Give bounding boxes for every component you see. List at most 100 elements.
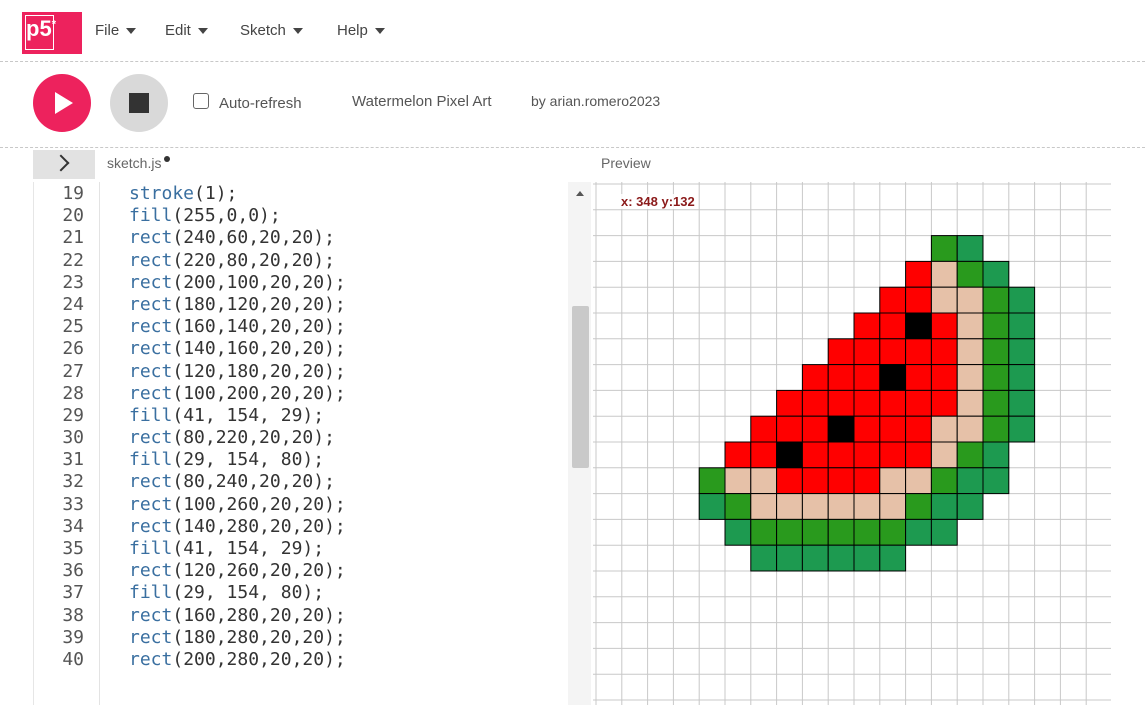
code-text[interactable]: fill(29, 154, 80);: [129, 582, 324, 604]
pixel-cell: [956, 364, 984, 391]
code-text[interactable]: rect(120,260,20,20);: [129, 560, 346, 582]
pixel-cell: [1008, 286, 1036, 314]
code-line[interactable]: 24 rect(180,120,20,20);: [34, 294, 574, 316]
pixel-cell: [956, 389, 984, 417]
code-line[interactable]: 20 fill(255,0,0);: [34, 205, 574, 227]
editor-scrollbar[interactable]: [568, 182, 591, 705]
auto-refresh-checkbox[interactable]: [193, 93, 209, 109]
pixel-cell: [930, 441, 958, 469]
code-text[interactable]: rect(200,100,20,20);: [129, 272, 346, 294]
code-line[interactable]: 29 fill(41, 154, 29);: [34, 405, 574, 427]
pixel-cell: [956, 467, 984, 495]
pixel-cell: [827, 493, 855, 520]
code-line[interactable]: 37 fill(29, 154, 80);: [34, 582, 574, 604]
menu-sketch[interactable]: Sketch: [240, 22, 303, 39]
pixel-cell: [827, 441, 855, 469]
code-args: (200,280,20,20);: [172, 648, 346, 670]
code-text[interactable]: rect(200,280,20,20);: [129, 649, 346, 671]
auto-refresh-label[interactable]: Auto-refresh: [219, 95, 302, 112]
code-line[interactable]: 21 rect(240,60,20,20);: [34, 227, 574, 249]
code-text[interactable]: rect(100,260,20,20);: [129, 494, 346, 516]
code-text[interactable]: rect(100,200,20,20);: [129, 383, 346, 405]
pixel-cell: [982, 260, 1010, 288]
pixel-cell: [750, 493, 778, 520]
code-text[interactable]: rect(180,120,20,20);: [129, 294, 346, 316]
line-number: 21: [62, 227, 84, 249]
code-line[interactable]: 26 rect(140,160,20,20);: [34, 338, 574, 360]
code-args: (180,120,20,20);: [172, 293, 346, 315]
stop-button[interactable]: [110, 74, 168, 132]
code-line[interactable]: 23 rect(200,100,20,20);: [34, 272, 574, 294]
code-text[interactable]: rect(140,280,20,20);: [129, 516, 346, 538]
code-line[interactable]: 32 rect(80,240,20,20);: [34, 471, 574, 493]
line-number: 27: [62, 360, 84, 382]
menu-edit[interactable]: Edit: [165, 22, 208, 39]
menu-help[interactable]: Help: [337, 22, 385, 39]
pixel-cell: [853, 518, 881, 546]
code-line[interactable]: 34 rect(140,280,20,20);: [34, 516, 574, 538]
code-line[interactable]: 25 rect(160,140,20,20);: [34, 316, 574, 338]
code-line[interactable]: 19 stroke(1);: [34, 183, 574, 205]
preview-canvas[interactable]: [593, 182, 1145, 705]
sketch-author[interactable]: by arian.romero2023: [531, 93, 660, 109]
code-function: rect: [129, 493, 173, 515]
code-text[interactable]: rect(240,60,20,20);: [129, 227, 335, 249]
file-tab[interactable]: sketch.js: [107, 155, 171, 171]
code-function: fill: [129, 449, 173, 471]
code-line[interactable]: 28 rect(100,200,20,20);: [34, 383, 574, 405]
play-button[interactable]: [33, 74, 91, 132]
pixel-cell: [982, 441, 1010, 469]
scroll-up-arrow-icon[interactable]: [576, 191, 584, 196]
scroll-thumb[interactable]: [572, 306, 589, 468]
code-line[interactable]: 33 rect(100,260,20,20);: [34, 494, 574, 516]
code-text[interactable]: rect(180,280,20,20);: [129, 627, 346, 649]
code-args: (80,240,20,20);: [172, 471, 335, 493]
line-number: 19: [62, 183, 84, 204]
code-line[interactable]: 22 rect(220,80,20,20);: [34, 250, 574, 272]
toggle-sidebar-button[interactable]: [33, 150, 95, 179]
code-text[interactable]: rect(80,220,20,20);: [129, 427, 335, 449]
code-line[interactable]: 35 fill(41, 154, 29);: [34, 538, 574, 560]
code-text[interactable]: fill(29, 154, 80);: [129, 449, 324, 471]
code-line[interactable]: 40 rect(200,280,20,20);: [34, 649, 574, 671]
menu-file[interactable]: File: [95, 22, 137, 39]
code-line[interactable]: 36 rect(120,260,20,20);: [34, 560, 574, 582]
code-line[interactable]: 27 rect(120,180,20,20);: [34, 361, 574, 383]
code-text[interactable]: fill(41, 154, 29);: [129, 405, 324, 427]
code-function: rect: [129, 316, 173, 338]
code-args: (240,60,20,20);: [172, 227, 335, 249]
chevron-right-icon: [52, 154, 70, 172]
pixel-cell: [956, 235, 984, 262]
pixel-cell: [982, 286, 1010, 314]
code-text[interactable]: fill(255,0,0);: [129, 205, 281, 227]
pixel-cell: [879, 364, 907, 391]
pixel-cell: [827, 415, 855, 443]
line-number: 31: [62, 449, 84, 471]
p5-logo[interactable]: p5*: [22, 12, 82, 54]
code-editor[interactable]: 19 stroke(1); 20 fill(255,0,0); 21 rect(240,6…: [33, 182, 591, 705]
code-line[interactable]: 39 rect(180,280,20,20);: [34, 627, 574, 649]
pixel-cell: [724, 441, 752, 469]
line-number: 20: [62, 205, 84, 227]
sketch-canvas[interactable]: [593, 182, 1145, 705]
pixel-cell: [801, 364, 829, 391]
code-text[interactable]: rect(120,180,20,20);: [129, 361, 346, 383]
code-text[interactable]: rect(80,240,20,20);: [129, 471, 335, 493]
code-text[interactable]: fill(41, 154, 29);: [129, 538, 324, 560]
code-function: rect: [129, 427, 173, 449]
code-text[interactable]: rect(140,160,20,20);: [129, 338, 346, 360]
code-line[interactable]: 30 rect(80,220,20,20);: [34, 427, 574, 449]
pixel-cell: [776, 415, 803, 443]
logo-frame: [25, 15, 54, 50]
pixel-cell: [905, 338, 932, 366]
line-number: 26: [62, 338, 84, 360]
code-line[interactable]: 31 fill(29, 154, 80);: [34, 449, 574, 471]
sketch-title[interactable]: Watermelon Pixel Art: [352, 93, 492, 110]
code-function: rect: [129, 648, 173, 670]
code-text[interactable]: stroke(1);: [129, 183, 237, 205]
pixel-cell: [801, 544, 829, 572]
code-text[interactable]: rect(220,80,20,20);: [129, 250, 335, 272]
code-line[interactable]: 38 rect(160,280,20,20);: [34, 605, 574, 627]
code-text[interactable]: rect(160,280,20,20);: [129, 605, 346, 627]
code-text[interactable]: rect(160,140,20,20);: [129, 316, 346, 338]
